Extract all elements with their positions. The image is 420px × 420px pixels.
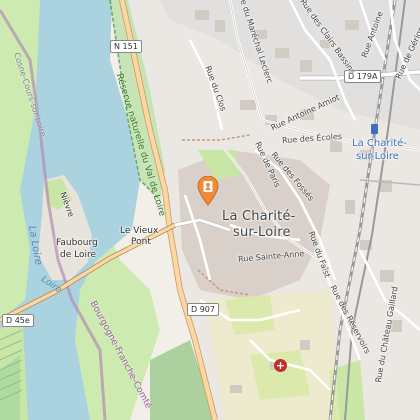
vieux-pont-label-line1: Le Vieux (120, 226, 159, 236)
vieux-pont-label-line2: Pont (131, 237, 151, 247)
road-shield-d45e: D 45e (2, 314, 34, 327)
road-shield-n151: N 151 (110, 40, 142, 53)
faubourg-label-line2: de Loire (60, 250, 97, 260)
town-label-line2: sur-Loire (233, 225, 291, 240)
hospital-icon[interactable]: + (274, 359, 287, 372)
train-station-icon[interactable] (371, 124, 378, 134)
map-view[interactable]: N 151 D 179A D 907 D 45e La Charité- sur… (0, 0, 420, 420)
faubourg-label-line1: Faubourg (56, 238, 98, 248)
station-label-line2: sur-Loire (356, 151, 399, 162)
town-label-line1: La Charité- (222, 209, 296, 224)
station-label-line1: La Charité- (352, 138, 407, 149)
location-pin-icon[interactable] (197, 175, 219, 211)
road-shield-d907: D 907 (187, 303, 219, 316)
